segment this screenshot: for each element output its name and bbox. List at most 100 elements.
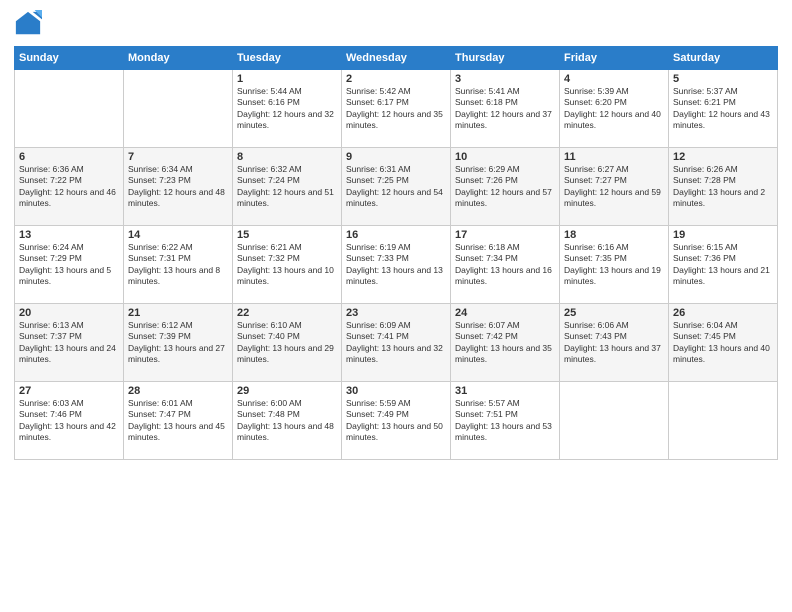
day-detail: Sunrise: 5:41 AMSunset: 6:18 PMDaylight:… (455, 86, 555, 132)
day-number: 18 (564, 229, 664, 241)
calendar-cell: 11Sunrise: 6:27 AMSunset: 7:27 PMDayligh… (560, 148, 669, 226)
day-detail: Sunrise: 6:31 AMSunset: 7:25 PMDaylight:… (346, 164, 446, 210)
day-number: 5 (673, 73, 773, 85)
day-detail: Sunrise: 6:12 AMSunset: 7:39 PMDaylight:… (128, 320, 228, 366)
calendar-header-row: SundayMondayTuesdayWednesdayThursdayFrid… (15, 47, 778, 70)
calendar-cell: 30Sunrise: 5:59 AMSunset: 7:49 PMDayligh… (342, 382, 451, 460)
day-number: 21 (128, 307, 228, 319)
day-number: 11 (564, 151, 664, 163)
day-number: 29 (237, 385, 337, 397)
day-detail: Sunrise: 6:10 AMSunset: 7:40 PMDaylight:… (237, 320, 337, 366)
day-detail: Sunrise: 6:34 AMSunset: 7:23 PMDaylight:… (128, 164, 228, 210)
day-detail: Sunrise: 6:03 AMSunset: 7:46 PMDaylight:… (19, 398, 119, 444)
day-number: 1 (237, 73, 337, 85)
day-number: 22 (237, 307, 337, 319)
day-detail: Sunrise: 6:13 AMSunset: 7:37 PMDaylight:… (19, 320, 119, 366)
calendar-cell: 21Sunrise: 6:12 AMSunset: 7:39 PMDayligh… (124, 304, 233, 382)
day-detail: Sunrise: 6:06 AMSunset: 7:43 PMDaylight:… (564, 320, 664, 366)
calendar-week-row: 6Sunrise: 6:36 AMSunset: 7:22 PMDaylight… (15, 148, 778, 226)
day-number: 25 (564, 307, 664, 319)
day-number: 20 (19, 307, 119, 319)
day-number: 30 (346, 385, 446, 397)
day-detail: Sunrise: 6:24 AMSunset: 7:29 PMDaylight:… (19, 242, 119, 288)
calendar-cell: 14Sunrise: 6:22 AMSunset: 7:31 PMDayligh… (124, 226, 233, 304)
calendar-cell: 17Sunrise: 6:18 AMSunset: 7:34 PMDayligh… (451, 226, 560, 304)
calendar-cell: 23Sunrise: 6:09 AMSunset: 7:41 PMDayligh… (342, 304, 451, 382)
day-detail: Sunrise: 6:29 AMSunset: 7:26 PMDaylight:… (455, 164, 555, 210)
calendar-cell: 29Sunrise: 6:00 AMSunset: 7:48 PMDayligh… (233, 382, 342, 460)
calendar-cell (124, 70, 233, 148)
day-number: 2 (346, 73, 446, 85)
day-detail: Sunrise: 6:15 AMSunset: 7:36 PMDaylight:… (673, 242, 773, 288)
day-number: 7 (128, 151, 228, 163)
calendar-cell: 24Sunrise: 6:07 AMSunset: 7:42 PMDayligh… (451, 304, 560, 382)
col-header-friday: Friday (560, 47, 669, 70)
day-number: 10 (455, 151, 555, 163)
calendar-cell: 15Sunrise: 6:21 AMSunset: 7:32 PMDayligh… (233, 226, 342, 304)
calendar-cell: 3Sunrise: 5:41 AMSunset: 6:18 PMDaylight… (451, 70, 560, 148)
day-detail: Sunrise: 6:21 AMSunset: 7:32 PMDaylight:… (237, 242, 337, 288)
day-detail: Sunrise: 6:04 AMSunset: 7:45 PMDaylight:… (673, 320, 773, 366)
calendar-cell: 6Sunrise: 6:36 AMSunset: 7:22 PMDaylight… (15, 148, 124, 226)
day-number: 26 (673, 307, 773, 319)
day-number: 8 (237, 151, 337, 163)
calendar-cell: 2Sunrise: 5:42 AMSunset: 6:17 PMDaylight… (342, 70, 451, 148)
day-number: 4 (564, 73, 664, 85)
calendar-cell: 28Sunrise: 6:01 AMSunset: 7:47 PMDayligh… (124, 382, 233, 460)
day-detail: Sunrise: 6:32 AMSunset: 7:24 PMDaylight:… (237, 164, 337, 210)
col-header-thursday: Thursday (451, 47, 560, 70)
day-number: 15 (237, 229, 337, 241)
day-number: 31 (455, 385, 555, 397)
day-number: 13 (19, 229, 119, 241)
day-detail: Sunrise: 5:44 AMSunset: 6:16 PMDaylight:… (237, 86, 337, 132)
day-detail: Sunrise: 5:57 AMSunset: 7:51 PMDaylight:… (455, 398, 555, 444)
calendar-cell (560, 382, 669, 460)
day-detail: Sunrise: 5:42 AMSunset: 6:17 PMDaylight:… (346, 86, 446, 132)
day-number: 3 (455, 73, 555, 85)
calendar-week-row: 20Sunrise: 6:13 AMSunset: 7:37 PMDayligh… (15, 304, 778, 382)
day-number: 27 (19, 385, 119, 397)
col-header-monday: Monday (124, 47, 233, 70)
calendar-cell: 13Sunrise: 6:24 AMSunset: 7:29 PMDayligh… (15, 226, 124, 304)
logo-icon (14, 10, 42, 38)
col-header-sunday: Sunday (15, 47, 124, 70)
col-header-wednesday: Wednesday (342, 47, 451, 70)
day-number: 24 (455, 307, 555, 319)
calendar-cell: 5Sunrise: 5:37 AMSunset: 6:21 PMDaylight… (669, 70, 778, 148)
day-detail: Sunrise: 5:59 AMSunset: 7:49 PMDaylight:… (346, 398, 446, 444)
col-header-tuesday: Tuesday (233, 47, 342, 70)
calendar-cell: 4Sunrise: 5:39 AMSunset: 6:20 PMDaylight… (560, 70, 669, 148)
day-number: 19 (673, 229, 773, 241)
day-detail: Sunrise: 6:09 AMSunset: 7:41 PMDaylight:… (346, 320, 446, 366)
day-number: 14 (128, 229, 228, 241)
day-detail: Sunrise: 6:19 AMSunset: 7:33 PMDaylight:… (346, 242, 446, 288)
calendar-cell (669, 382, 778, 460)
day-detail: Sunrise: 6:27 AMSunset: 7:27 PMDaylight:… (564, 164, 664, 210)
day-detail: Sunrise: 6:26 AMSunset: 7:28 PMDaylight:… (673, 164, 773, 210)
day-number: 12 (673, 151, 773, 163)
day-detail: Sunrise: 6:07 AMSunset: 7:42 PMDaylight:… (455, 320, 555, 366)
day-detail: Sunrise: 5:39 AMSunset: 6:20 PMDaylight:… (564, 86, 664, 132)
calendar-cell: 31Sunrise: 5:57 AMSunset: 7:51 PMDayligh… (451, 382, 560, 460)
calendar-cell: 26Sunrise: 6:04 AMSunset: 7:45 PMDayligh… (669, 304, 778, 382)
page-header (14, 10, 778, 38)
calendar-week-row: 27Sunrise: 6:03 AMSunset: 7:46 PMDayligh… (15, 382, 778, 460)
day-detail: Sunrise: 6:00 AMSunset: 7:48 PMDaylight:… (237, 398, 337, 444)
day-detail: Sunrise: 6:36 AMSunset: 7:22 PMDaylight:… (19, 164, 119, 210)
day-number: 6 (19, 151, 119, 163)
calendar-cell (15, 70, 124, 148)
day-number: 17 (455, 229, 555, 241)
calendar-week-row: 1Sunrise: 5:44 AMSunset: 6:16 PMDaylight… (15, 70, 778, 148)
calendar-cell: 22Sunrise: 6:10 AMSunset: 7:40 PMDayligh… (233, 304, 342, 382)
day-detail: Sunrise: 5:37 AMSunset: 6:21 PMDaylight:… (673, 86, 773, 132)
day-number: 23 (346, 307, 446, 319)
day-detail: Sunrise: 6:18 AMSunset: 7:34 PMDaylight:… (455, 242, 555, 288)
calendar-cell: 10Sunrise: 6:29 AMSunset: 7:26 PMDayligh… (451, 148, 560, 226)
day-number: 16 (346, 229, 446, 241)
calendar-cell: 16Sunrise: 6:19 AMSunset: 7:33 PMDayligh… (342, 226, 451, 304)
col-header-saturday: Saturday (669, 47, 778, 70)
calendar-cell: 25Sunrise: 6:06 AMSunset: 7:43 PMDayligh… (560, 304, 669, 382)
calendar-cell: 8Sunrise: 6:32 AMSunset: 7:24 PMDaylight… (233, 148, 342, 226)
day-detail: Sunrise: 6:22 AMSunset: 7:31 PMDaylight:… (128, 242, 228, 288)
calendar-week-row: 13Sunrise: 6:24 AMSunset: 7:29 PMDayligh… (15, 226, 778, 304)
